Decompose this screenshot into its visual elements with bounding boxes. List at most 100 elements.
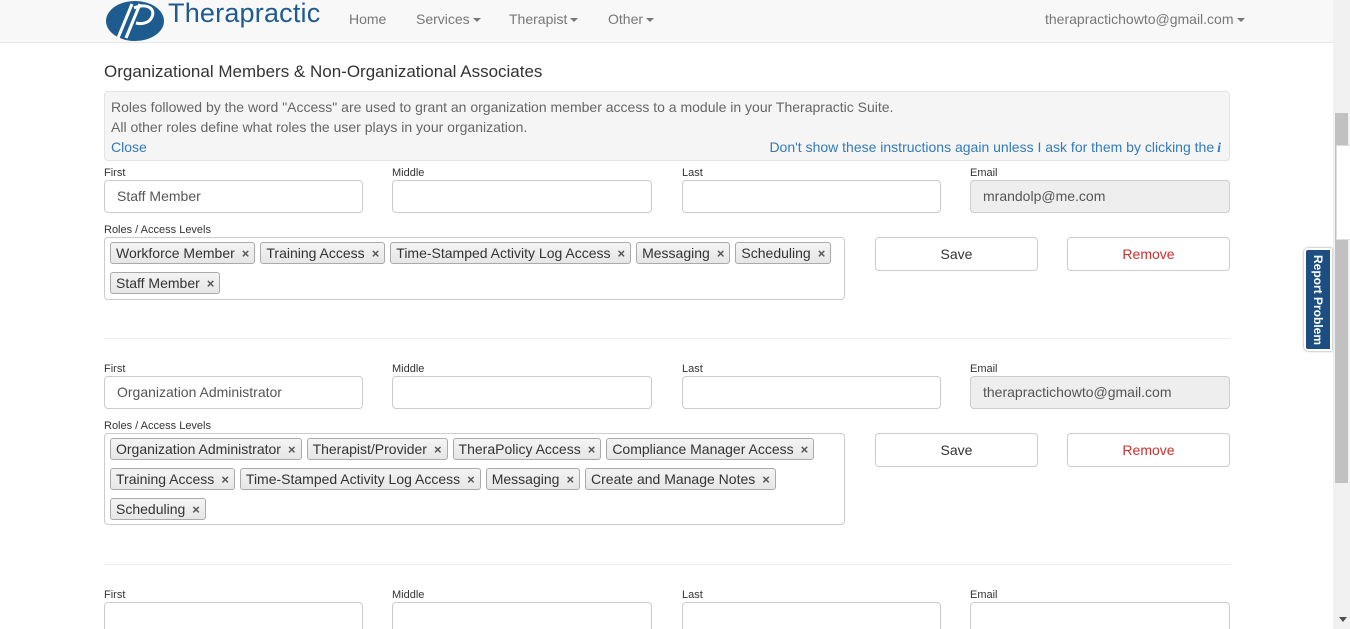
- nav-home[interactable]: Home: [349, 11, 386, 27]
- tag-row: Workforce Member × Training Access × Time-St…: [110, 242, 839, 272]
- member-row-3: First Middle Last Email: [104, 589, 1230, 629]
- instructions-dismiss-label: Don't show these instructions again unle…: [769, 139, 1215, 155]
- role-tag-label: Training Access: [266, 245, 365, 261]
- remove-tag-icon[interactable]: ×: [818, 246, 826, 261]
- remove-tag-icon[interactable]: ×: [467, 472, 475, 487]
- remove-tag-icon[interactable]: ×: [242, 246, 250, 261]
- chevron-down-icon: [570, 18, 579, 23]
- last-name-input[interactable]: [682, 376, 941, 409]
- role-tag: Workforce Member ×: [110, 242, 256, 264]
- user-menu[interactable]: therapractichowto@gmail.com: [1045, 11, 1245, 27]
- instructions-line-1: Roles followed by the word "Access" are …: [111, 99, 894, 115]
- last-label: Last: [682, 589, 703, 601]
- email-label: Email: [970, 363, 998, 375]
- report-problem-tab[interactable]: Report Problem: [1304, 248, 1332, 351]
- first-label: First: [104, 363, 126, 375]
- tag-row: Training Access × Time-Stamped Activity Lo…: [110, 468, 839, 498]
- tag-row: Scheduling ×: [110, 498, 839, 528]
- role-tag: Time-Stamped Activity Log Access ×: [390, 242, 632, 264]
- email-input[interactable]: [970, 602, 1230, 629]
- info-icon: i: [1217, 141, 1221, 156]
- remove-tag-icon[interactable]: ×: [618, 246, 626, 261]
- chevron-down-icon: [472, 18, 481, 23]
- report-problem-label: Report Problem: [1311, 254, 1325, 345]
- role-tag: Messaging ×: [485, 468, 581, 490]
- roles-label: Roles / Access Levels: [104, 420, 211, 432]
- remove-button[interactable]: Remove: [1067, 433, 1230, 467]
- instructions-line-2: All other roles define what roles the us…: [111, 119, 528, 135]
- remove-tag-icon[interactable]: ×: [221, 472, 229, 487]
- member-row-2: First Middle Last Email Organization Adm…: [104, 363, 1230, 533]
- role-tag: Training Access ×: [260, 242, 386, 264]
- role-tag: Therapist/Provider ×: [306, 438, 448, 460]
- first-name-input[interactable]: Staff Member: [104, 180, 363, 213]
- nav-therapist-label: Therapist: [509, 11, 568, 27]
- role-tag-label: Workforce Member: [116, 245, 235, 261]
- role-tag-label: Compliance Manager Access: [612, 441, 794, 457]
- save-button[interactable]: Save: [875, 237, 1038, 271]
- role-tag-label: Time-Stamped Activity Log Access: [245, 471, 461, 487]
- user-email: therapractichowto@gmail.com: [1045, 11, 1234, 27]
- remove-tag-icon[interactable]: ×: [192, 502, 200, 517]
- middle-name-input[interactable]: [392, 376, 652, 409]
- first-label: First: [104, 167, 126, 179]
- role-tag-label: Staff Member: [116, 275, 200, 291]
- nav-other[interactable]: Other: [608, 11, 655, 27]
- roles-multiselect[interactable]: Organization Administrator × Therapist/Pro…: [104, 433, 845, 525]
- nav-services[interactable]: Services: [416, 11, 481, 27]
- middle-name-input[interactable]: [392, 602, 652, 629]
- tag-row: Staff Member ×: [110, 272, 839, 302]
- email-input: mrandolp@me.com: [970, 180, 1230, 213]
- role-tag-label: Scheduling: [116, 501, 186, 517]
- remove-tag-icon[interactable]: ×: [588, 442, 596, 457]
- role-tag-label: Organization Administrator: [116, 441, 281, 457]
- role-tag-label: Therapist/Provider: [312, 441, 427, 457]
- role-tag-label: Messaging: [642, 245, 710, 261]
- instructions-panel: Roles followed by the word "Access" are …: [104, 91, 1230, 161]
- top-navbar: Therapractic Home Services Therapist Oth…: [0, 0, 1333, 43]
- remove-tag-icon[interactable]: ×: [566, 472, 574, 487]
- row-divider: [104, 338, 1230, 339]
- middle-label: Middle: [392, 363, 425, 375]
- remove-tag-icon[interactable]: ×: [801, 442, 809, 457]
- first-name-input[interactable]: Organization Administrator: [104, 376, 363, 409]
- roles-multiselect[interactable]: Workforce Member × Training Access × Time-St…: [104, 237, 845, 300]
- middle-name-input[interactable]: [392, 180, 652, 213]
- save-button[interactable]: Save: [875, 433, 1038, 467]
- role-tag: Scheduling ×: [735, 242, 832, 264]
- remove-tag-icon[interactable]: ×: [207, 276, 215, 291]
- brand-logo[interactable]: Therapractic: [104, 0, 344, 42]
- last-label: Last: [682, 363, 703, 375]
- middle-label: Middle: [392, 167, 425, 179]
- role-tag: Training Access ×: [110, 468, 235, 490]
- role-tag: Messaging ×: [636, 242, 731, 264]
- role-tag-label: Messaging: [491, 471, 560, 487]
- roles-label: Roles / Access Levels: [104, 224, 211, 236]
- tag-row: Organization Administrator × Therapist/Pro…: [110, 438, 839, 468]
- last-label: Last: [682, 167, 703, 179]
- remove-tag-icon[interactable]: ×: [434, 442, 442, 457]
- side-panel: [1336, 145, 1350, 240]
- scroll-down-arrow-icon[interactable]: [1339, 617, 1347, 622]
- chevron-down-icon: [646, 18, 655, 23]
- first-label: First: [104, 589, 126, 601]
- page-title: Organizational Members & Non-Organizatio…: [104, 62, 543, 81]
- role-tag-label: TheraPolicy Access: [458, 441, 581, 457]
- remove-tag-icon[interactable]: ×: [762, 472, 770, 487]
- remove-tag-icon[interactable]: ×: [717, 246, 725, 261]
- role-tag: Compliance Manager Access ×: [606, 438, 815, 460]
- therapractic-logo-icon: [106, 1, 164, 41]
- role-tag: Time-Stamped Activity Log Access ×: [239, 468, 481, 490]
- nav-therapist[interactable]: Therapist: [509, 11, 579, 27]
- last-name-input[interactable]: [682, 602, 941, 629]
- remove-button[interactable]: Remove: [1067, 237, 1230, 271]
- remove-tag-icon[interactable]: ×: [288, 442, 296, 457]
- last-name-input[interactable]: [682, 180, 941, 213]
- first-name-input[interactable]: [104, 602, 363, 629]
- role-tag-label: Scheduling: [741, 245, 811, 261]
- instructions-close-link[interactable]: Close: [111, 139, 147, 155]
- role-tag-label: Time-Stamped Activity Log Access: [396, 245, 611, 261]
- role-tag: TheraPolicy Access ×: [452, 438, 602, 460]
- remove-tag-icon[interactable]: ×: [372, 246, 380, 261]
- instructions-dismiss-link[interactable]: Don't show these instructions again unle…: [769, 139, 1221, 157]
